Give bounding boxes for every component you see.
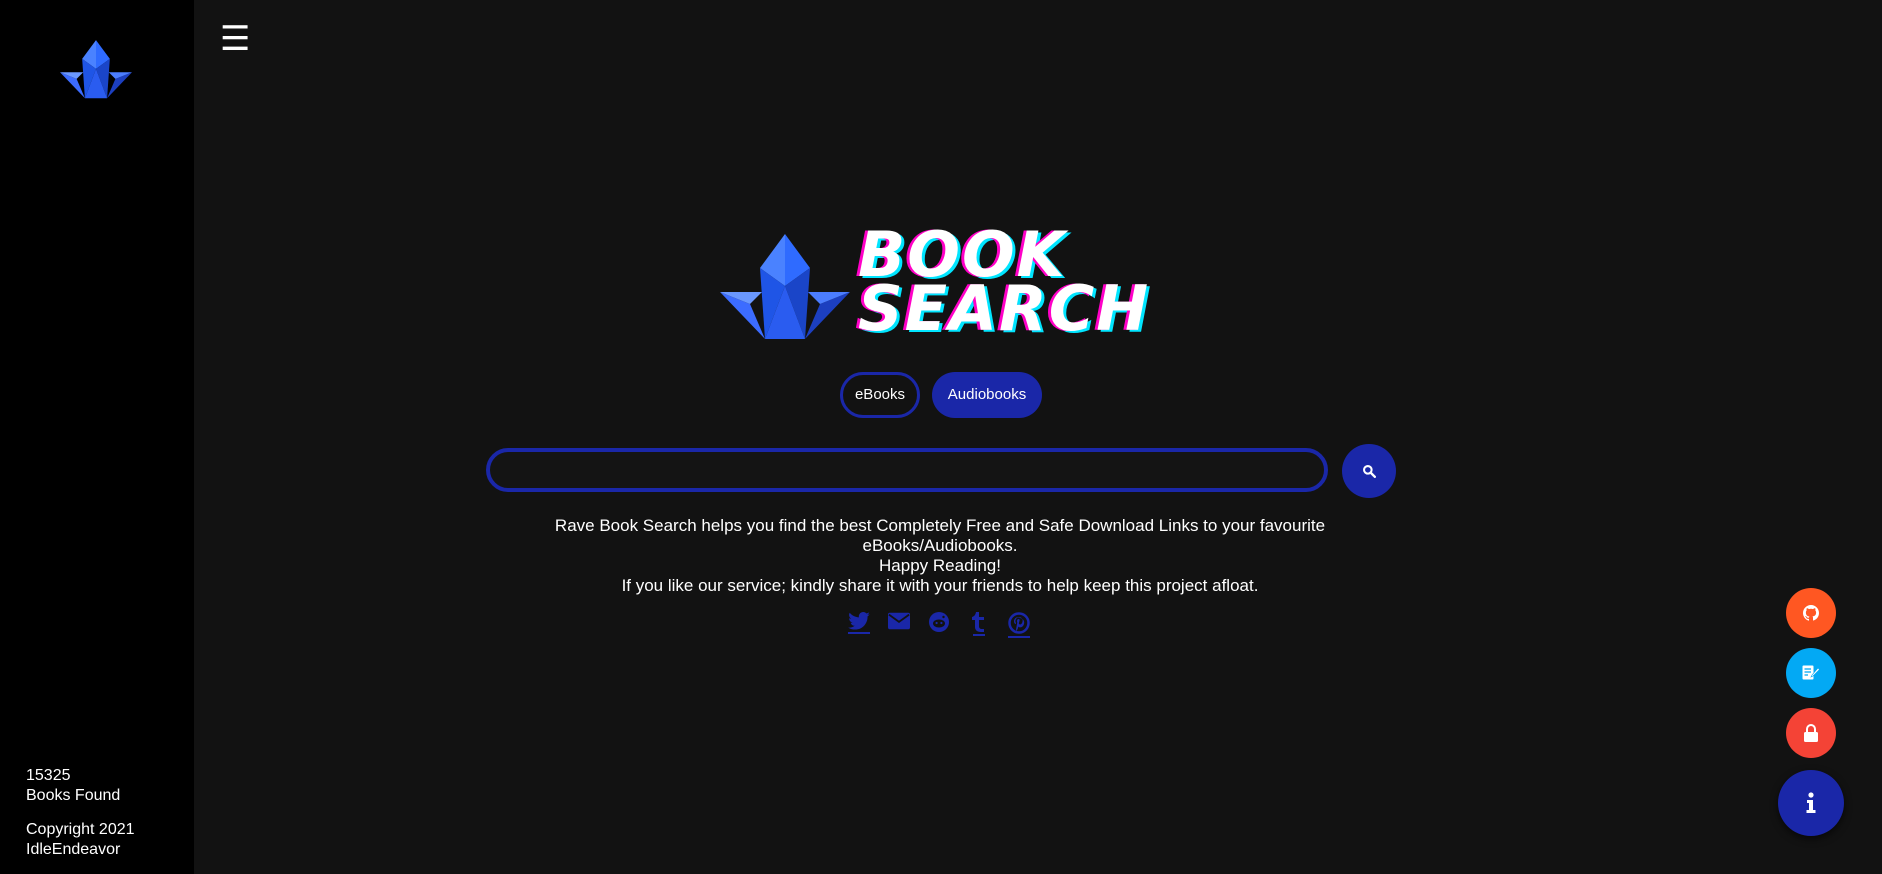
lock-icon bbox=[1804, 724, 1818, 742]
edit-note-icon bbox=[1802, 665, 1820, 681]
github-fab-button[interactable] bbox=[1786, 588, 1836, 638]
github-icon bbox=[1803, 605, 1819, 621]
pinterest-icon[interactable] bbox=[1006, 612, 1031, 640]
reddit-icon[interactable] bbox=[926, 612, 951, 640]
books-found-label: Books Found bbox=[26, 787, 121, 804]
description-line-2: Happy Reading! bbox=[879, 556, 1001, 575]
twitter-icon[interactable] bbox=[846, 612, 871, 640]
menu-icon[interactable]: ☰ bbox=[220, 22, 250, 56]
lock-fab-button[interactable] bbox=[1786, 708, 1836, 758]
sidebar: 15325 Books Found Copyright 2021 IdleEnd… bbox=[0, 0, 194, 874]
audiobooks-button[interactable]: Audiobooks bbox=[932, 372, 1042, 418]
hero-brand: BOOK SEARCH bbox=[720, 224, 1160, 346]
title-line-search: SEARCH bbox=[858, 272, 1151, 345]
email-icon[interactable] bbox=[886, 612, 911, 640]
crystal-hero-icon bbox=[720, 234, 850, 342]
description-line-1: Rave Book Search helps you find the best… bbox=[554, 516, 1326, 555]
copyright-text: Copyright 2021 bbox=[26, 821, 135, 838]
crystal-logo-icon[interactable] bbox=[60, 40, 132, 100]
share-links bbox=[846, 612, 1031, 640]
description-line-3: If you like our service; kindly share it… bbox=[621, 576, 1259, 595]
info-fab-button[interactable] bbox=[1778, 770, 1844, 836]
search-input[interactable] bbox=[486, 448, 1328, 492]
edit-note-fab-button[interactable] bbox=[1786, 648, 1836, 698]
search-button[interactable] bbox=[1342, 444, 1396, 498]
tumblr-icon[interactable] bbox=[966, 612, 991, 640]
media-type-toggle: eBooks Audiobooks bbox=[840, 372, 1042, 418]
site-description: Rave Book Search helps you find the best… bbox=[540, 516, 1340, 596]
search-icon bbox=[1362, 464, 1376, 478]
page-title: BOOK SEARCH bbox=[858, 224, 1151, 345]
books-found-block: 15325 Books Found bbox=[26, 766, 135, 806]
sidebar-footer: 15325 Books Found Copyright 2021 IdleEnd… bbox=[26, 766, 135, 860]
info-icon bbox=[1806, 792, 1816, 814]
ebooks-button[interactable]: eBooks bbox=[840, 372, 920, 418]
author-name: IdleEndeavor bbox=[26, 841, 121, 858]
books-count: 15325 bbox=[26, 767, 71, 784]
